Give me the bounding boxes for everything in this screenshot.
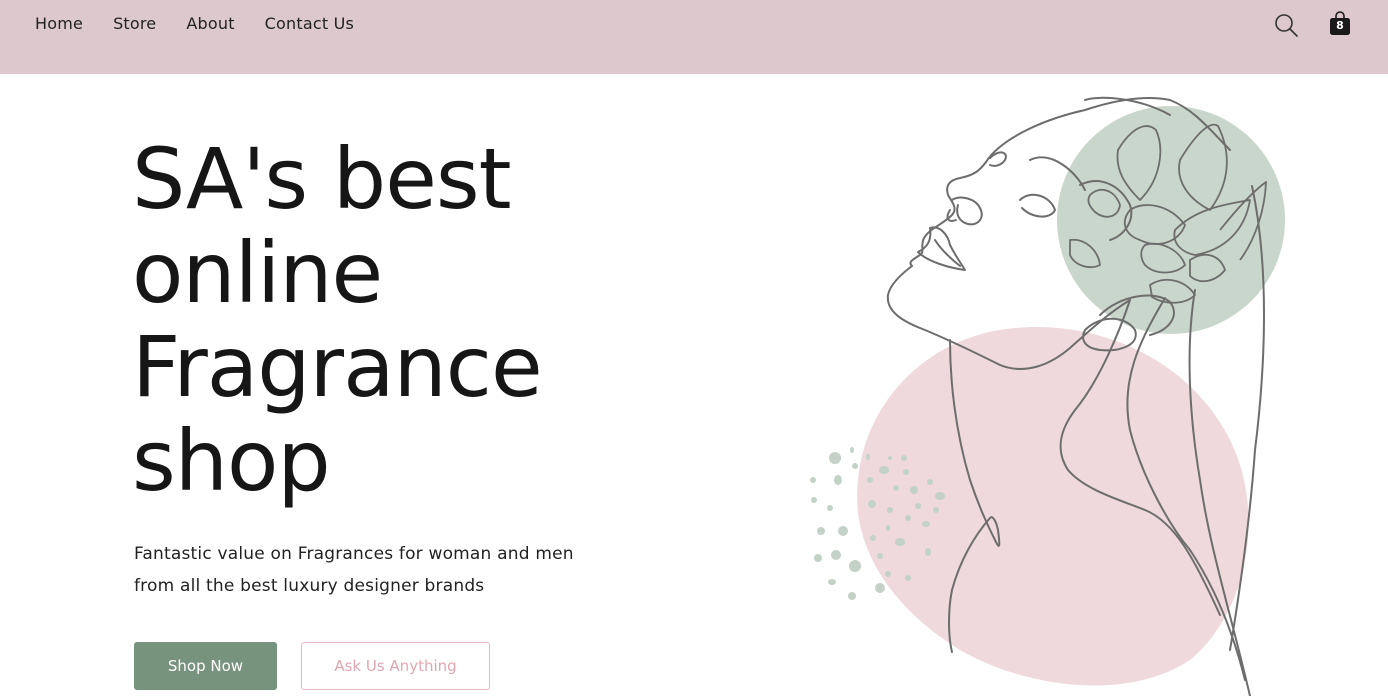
nav-about-link[interactable]: About [186, 13, 234, 34]
nav-store-link[interactable]: Store [113, 13, 156, 34]
top-navigation-bar: Home Store About Contact Us 8 [0, 0, 1388, 74]
shop-now-button[interactable]: Shop Now [134, 642, 277, 690]
nav-home-link[interactable]: Home [35, 13, 83, 34]
hero-subtitle-line: from all the best luxury designer brands [134, 576, 485, 596]
main-nav: Home Store About Contact Us [35, 13, 354, 34]
hero-subtitle: Fantastic value on Fragrances for woman … [134, 538, 614, 602]
woman-line-art-illustration [810, 96, 1285, 696]
hero-title-line: online [132, 224, 383, 322]
hero-title: SA's best online Fragrance shop [132, 130, 543, 510]
sage-circle-shape [1057, 106, 1285, 334]
hero-subtitle-line: Fantastic value on Fragrances for woman … [134, 544, 574, 564]
nav-contact-link[interactable]: Contact Us [265, 13, 354, 34]
hero-title-line: Fragrance [132, 318, 543, 416]
cart-button[interactable]: 8 [1328, 11, 1352, 37]
ask-us-anything-button[interactable]: Ask Us Anything [301, 642, 490, 690]
search-icon-graphic [1275, 14, 1298, 37]
hero-title-line: shop [132, 412, 331, 510]
cart-count-badge: 8 [1336, 19, 1344, 32]
hero-title-line: SA's best [132, 130, 512, 228]
search-icon[interactable] [1273, 12, 1299, 38]
